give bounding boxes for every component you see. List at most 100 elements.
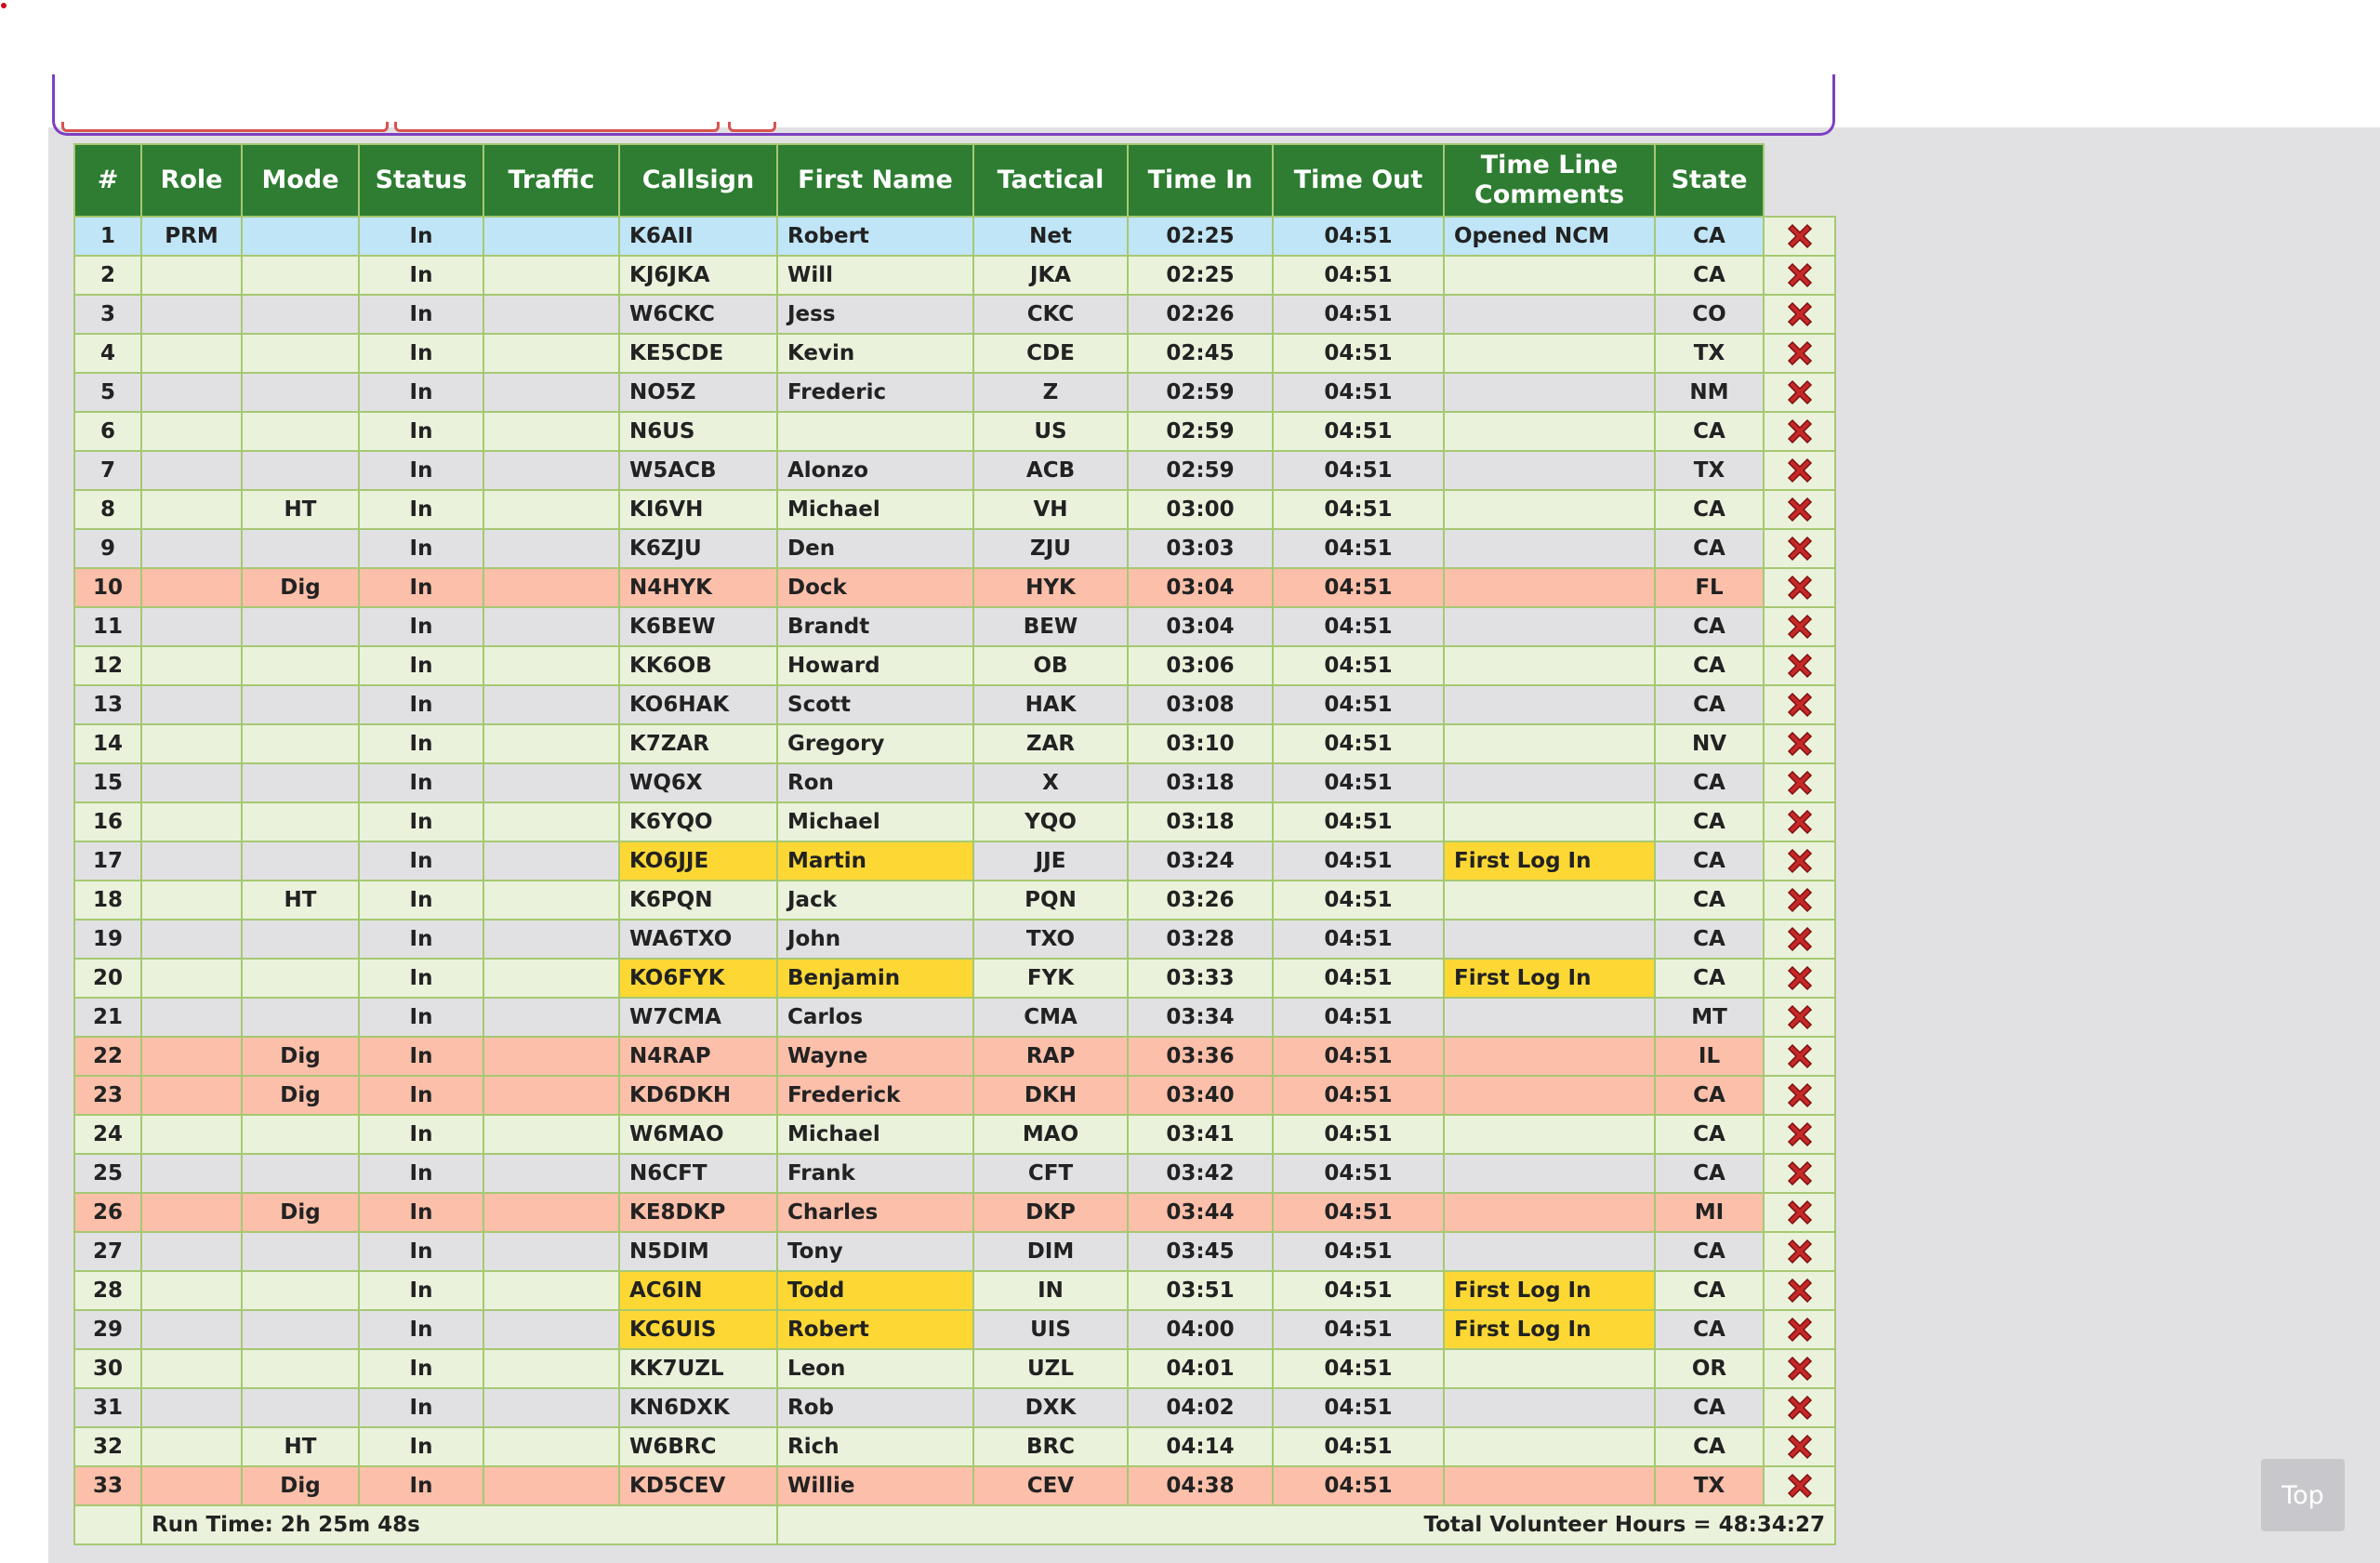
cell-comments[interactable] [1443,1348,1656,1389]
cell-callsign[interactable]: K6ZJU [618,528,778,569]
cell-first-name[interactable]: Martin [776,841,974,881]
cell-traffic[interactable] [483,723,620,764]
cell-time-in[interactable]: 03:18 [1127,801,1274,842]
cell-time-in[interactable]: 03:36 [1127,1036,1274,1077]
cell-comments[interactable] [1443,411,1656,452]
cell-time-out[interactable]: 04:51 [1272,958,1445,999]
cell-first-name[interactable]: Gregory [776,723,974,764]
cell-state[interactable]: CA [1654,1309,1765,1350]
delete-x-icon[interactable] [1784,416,1816,447]
cell-callsign[interactable]: W7CMA [618,997,778,1038]
cell-first-name[interactable]: Kevin [776,333,974,374]
cell-state[interactable]: CA [1654,1114,1765,1155]
cell-comments[interactable] [1443,294,1656,335]
cell-first-name[interactable]: Frank [776,1153,974,1194]
cell-first-name[interactable]: Wayne [776,1036,974,1077]
cell-time-out[interactable]: 04:51 [1272,216,1445,257]
cell-callsign[interactable]: W5ACB [618,450,778,491]
cell-state[interactable]: TX [1654,1465,1765,1506]
column-header-traffic[interactable]: Traffic [483,143,620,218]
column-header-comments[interactable]: Time Line Comments [1443,143,1656,218]
cell-status[interactable]: In [358,372,484,413]
cell-state[interactable]: CA [1654,411,1765,452]
cell-status[interactable]: In [358,723,484,764]
cell-status[interactable]: In [358,801,484,842]
cell-tactical[interactable]: ZAR [972,723,1129,764]
cell-callsign[interactable]: W6BRC [618,1426,778,1467]
cell-callsign[interactable]: KE8DKP [618,1192,778,1233]
cell-time-out[interactable]: 04:51 [1272,528,1445,569]
delete-cell[interactable] [1763,762,1836,803]
cell-status[interactable]: In [358,1348,484,1389]
delete-x-icon[interactable] [1784,1470,1816,1502]
cell-time-in[interactable]: 03:04 [1127,606,1274,647]
cell-first-name[interactable]: Carlos [776,997,974,1038]
delete-cell[interactable] [1763,1114,1836,1155]
cell-status[interactable]: In [358,450,484,491]
cell-time-out[interactable]: 04:51 [1272,1270,1445,1311]
cell-tactical[interactable]: UIS [972,1309,1129,1350]
cell-time-in[interactable]: 04:01 [1127,1348,1274,1389]
cell-time-in[interactable]: 03:00 [1127,489,1274,530]
delete-cell[interactable] [1763,1465,1836,1506]
cell-time-in[interactable]: 03:44 [1127,1192,1274,1233]
cell-comments[interactable] [1443,1387,1656,1428]
cell-time-in[interactable]: 02:59 [1127,372,1274,413]
delete-x-icon[interactable] [1784,1392,1816,1424]
cell-tactical[interactable]: DXK [972,1387,1129,1428]
column-header-time-in[interactable]: Time In [1127,143,1274,218]
cell-comments[interactable]: First Log In [1443,958,1656,999]
delete-x-icon[interactable] [1784,494,1816,525]
cell-tactical[interactable]: JJE [972,841,1129,881]
cell-tactical[interactable]: BRC [972,1426,1129,1467]
delete-cell[interactable] [1763,1348,1836,1389]
cell-status[interactable]: In [358,684,484,725]
top-button[interactable]: Top [2261,1459,2345,1531]
cell-callsign[interactable]: K7ZAR [618,723,778,764]
cell-comments[interactable] [1443,1075,1656,1116]
cell-first-name[interactable]: Willie [776,1465,974,1506]
cell-comments[interactable] [1443,1153,1656,1194]
cell-callsign[interactable]: WA6TXO [618,919,778,960]
cell-comments[interactable] [1443,762,1656,803]
cell-callsign[interactable]: AC6IN [618,1270,778,1311]
cell-state[interactable]: NV [1654,723,1765,764]
cell-tactical[interactable]: FYK [972,958,1129,999]
cell-comments[interactable] [1443,372,1656,413]
delete-cell[interactable] [1763,723,1836,764]
delete-x-icon[interactable] [1784,650,1816,682]
cell-callsign[interactable]: K6PQN [618,880,778,921]
cell-state[interactable]: CO [1654,294,1765,335]
cell-tactical[interactable]: YQO [972,801,1129,842]
cell-traffic[interactable] [483,1192,620,1233]
cell-tactical[interactable]: OB [972,645,1129,686]
cell-status[interactable]: In [358,294,484,335]
cell-time-in[interactable]: 02:59 [1127,411,1274,452]
delete-cell[interactable] [1763,919,1836,960]
cell-traffic[interactable] [483,450,620,491]
delete-cell[interactable] [1763,372,1836,413]
cell-callsign[interactable]: WQ6X [618,762,778,803]
delete-x-icon[interactable] [1784,572,1816,603]
cell-callsign[interactable]: KI6VH [618,489,778,530]
cell-time-in[interactable]: 02:59 [1127,450,1274,491]
cell-traffic[interactable] [483,411,620,452]
cell-state[interactable]: IL [1654,1036,1765,1077]
cell-time-out[interactable]: 04:51 [1272,567,1445,608]
cell-callsign[interactable]: KN6DXK [618,1387,778,1428]
cell-first-name[interactable]: Scott [776,684,974,725]
cell-traffic[interactable] [483,372,620,413]
cell-traffic[interactable] [483,1309,620,1350]
delete-cell[interactable] [1763,333,1836,374]
cell-comments[interactable] [1443,1036,1656,1077]
cell-state[interactable]: CA [1654,919,1765,960]
cell-status[interactable]: In [358,1465,484,1506]
cell-time-out[interactable]: 04:51 [1272,294,1445,335]
cell-callsign[interactable]: KO6JJE [618,841,778,881]
cell-time-out[interactable]: 04:51 [1272,606,1445,647]
cell-traffic[interactable] [483,841,620,881]
cell-first-name[interactable]: Jess [776,294,974,335]
cell-time-in[interactable]: 03:40 [1127,1075,1274,1116]
cell-traffic[interactable] [483,1153,620,1194]
cell-tactical[interactable]: VH [972,489,1129,530]
